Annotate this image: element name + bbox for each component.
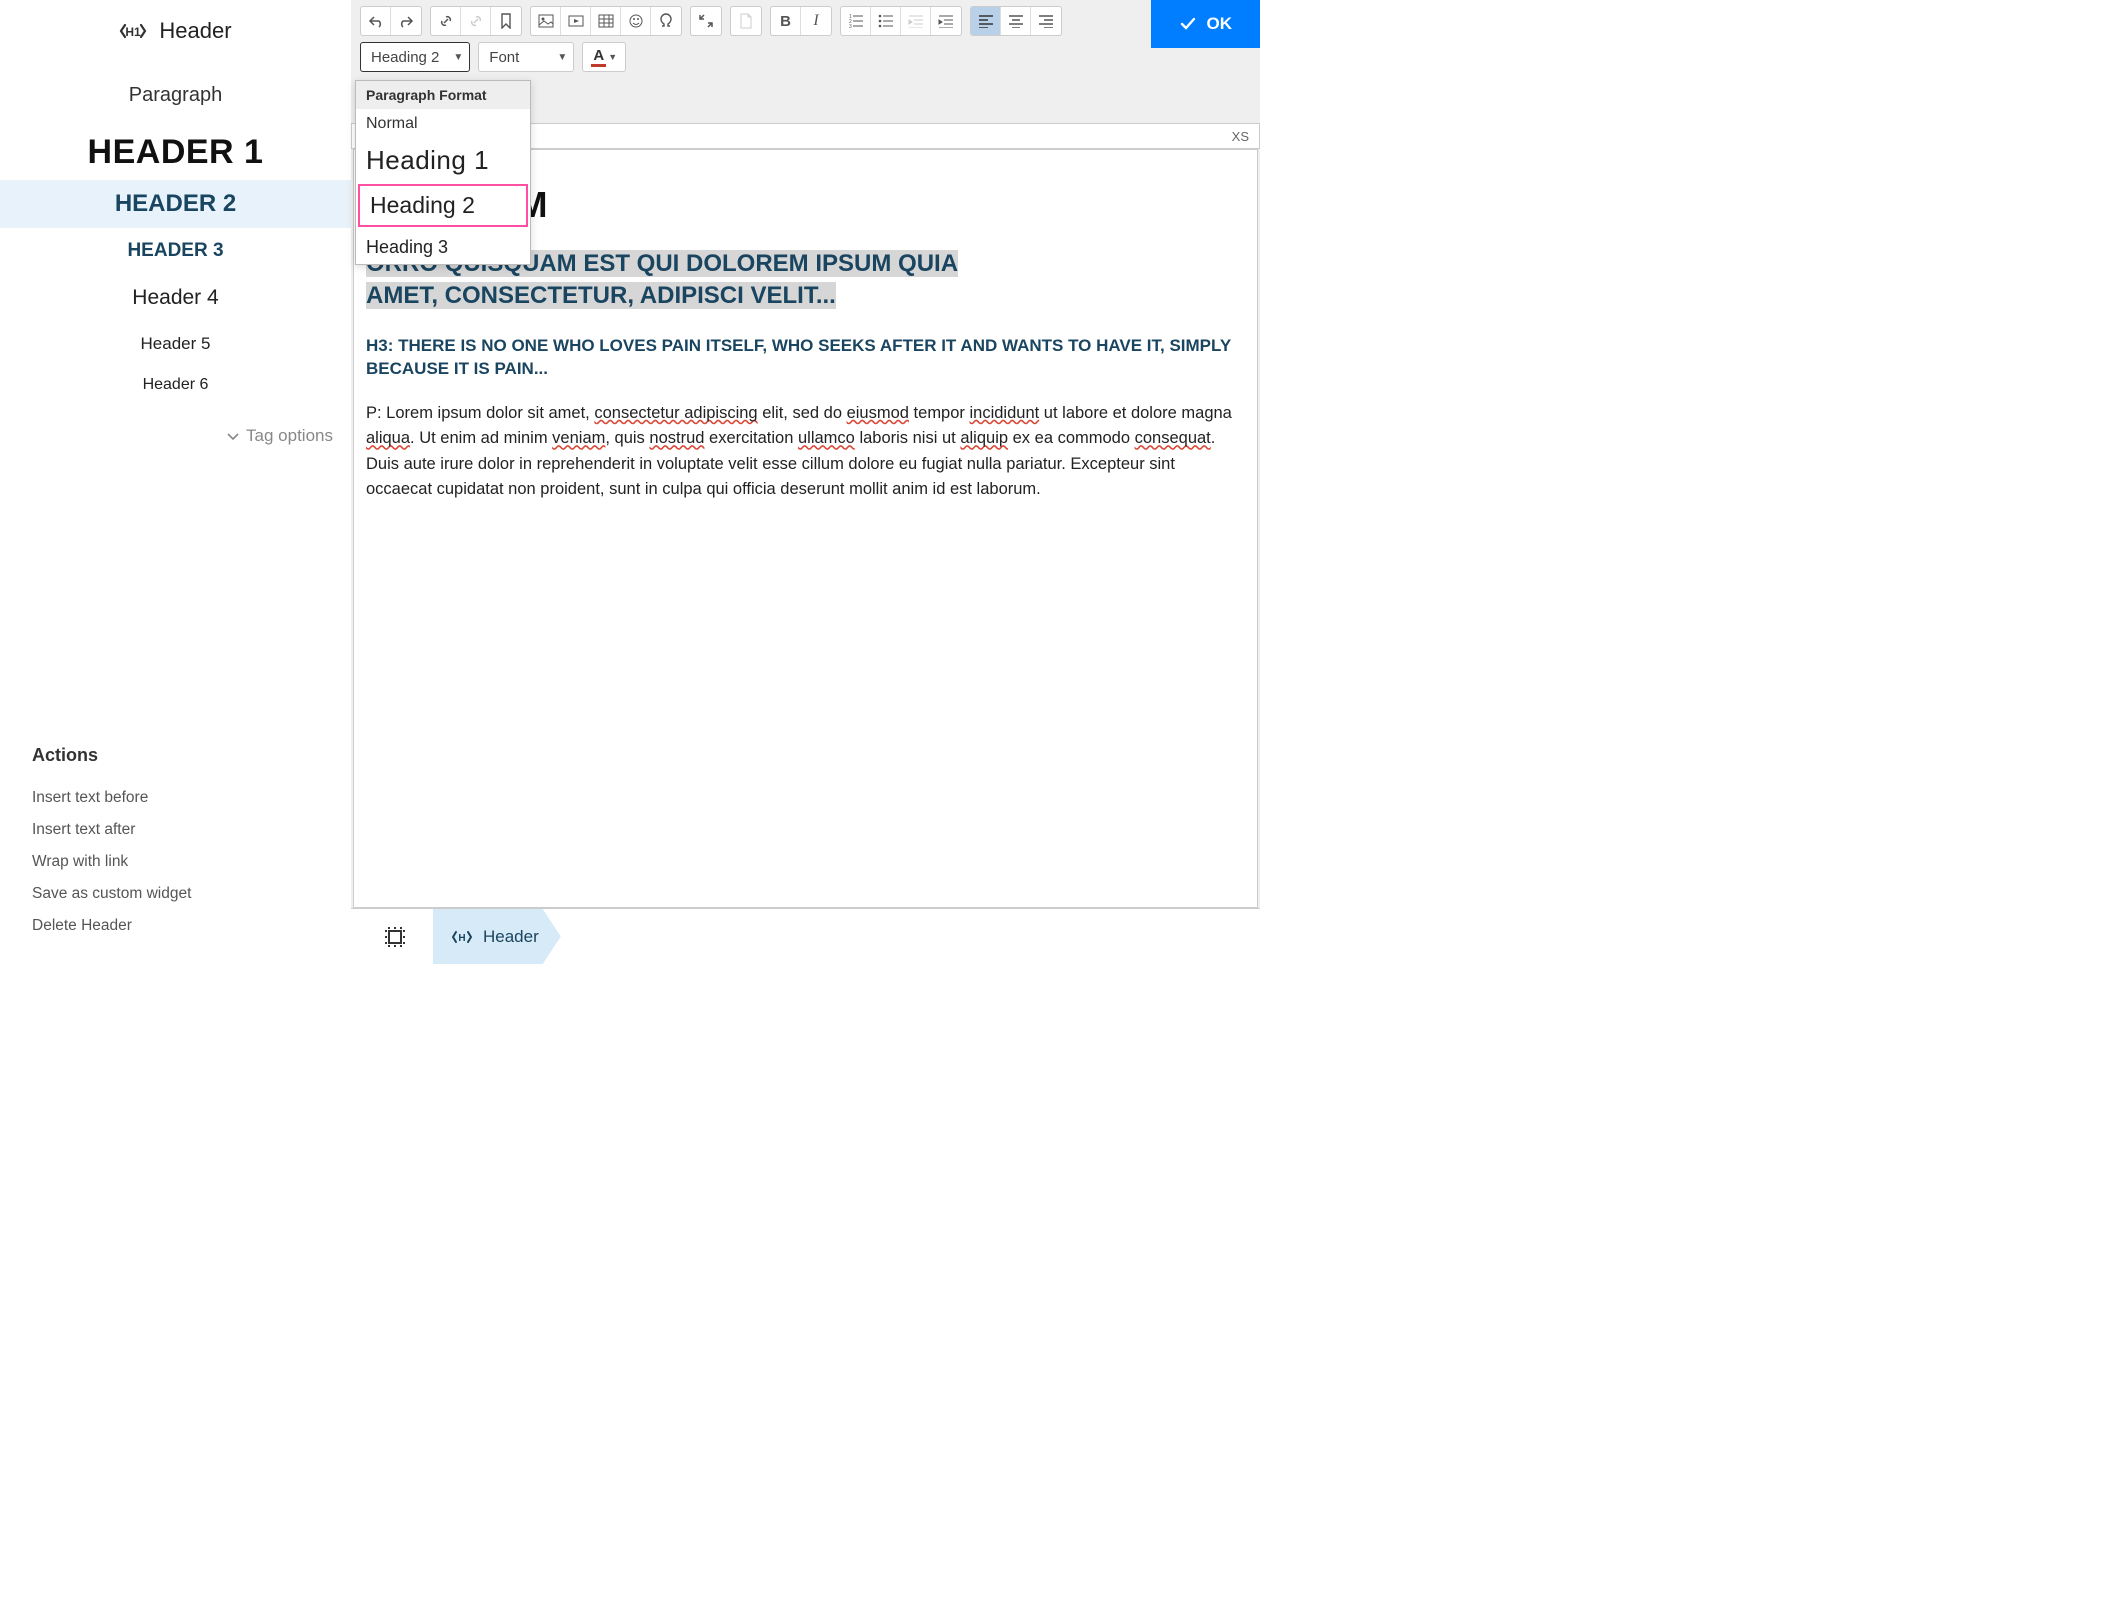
canvas-icon[interactable]: [367, 909, 423, 964]
outdent-button[interactable]: [901, 7, 931, 35]
breadcrumb-header[interactable]: H Header: [433, 909, 561, 964]
unordered-list-button[interactable]: [871, 7, 901, 35]
collapse-button[interactable]: [691, 7, 721, 35]
special-char-button[interactable]: [651, 7, 681, 35]
font-select-value: Font: [489, 49, 519, 66]
chevron-down-icon: [226, 429, 240, 443]
ok-label: OK: [1207, 14, 1233, 34]
table-button[interactable]: [591, 7, 621, 35]
video-button[interactable]: [561, 7, 591, 35]
style-header-6[interactable]: Header 6: [0, 366, 351, 404]
action-wrap-link[interactable]: Wrap with link: [32, 846, 351, 878]
dropdown-title: Paragraph Format: [356, 81, 530, 109]
format-select-value: Heading 2: [371, 49, 439, 66]
actions-section: Actions Insert text before Insert text a…: [0, 745, 351, 964]
align-center-button[interactable]: [1001, 7, 1031, 35]
style-header-5[interactable]: Header 5: [0, 322, 351, 366]
toolbar: B I 123 Heading 2: [351, 0, 1260, 82]
redo-button[interactable]: [391, 7, 421, 35]
action-delete-header[interactable]: Delete Header: [32, 910, 351, 942]
content-paragraph[interactable]: P: Lorem ipsum dolor sit amet, consectet…: [366, 401, 1245, 503]
check-icon: [1179, 15, 1197, 33]
bold-button[interactable]: B: [771, 7, 801, 35]
header-style-list: Paragraph HEADER 1 HEADER 2 HEADER 3 Hea…: [0, 74, 351, 404]
style-header-1[interactable]: HEADER 1: [0, 125, 351, 180]
undo-button[interactable]: [361, 7, 391, 35]
breadcrumb-footer: H Header: [351, 908, 1260, 964]
dropdown-item-heading-3[interactable]: Heading 3: [356, 229, 530, 264]
content-h2-rest: AMET, CONSECTETUR, ADIPISCI VELIT...: [366, 282, 836, 309]
chevron-down-icon: ▼: [453, 52, 463, 63]
font-color-icon: A: [591, 47, 606, 67]
svg-text:H1: H1: [126, 25, 142, 39]
emoji-button[interactable]: [621, 7, 651, 35]
paragraph-format-select[interactable]: Heading 2 ▼: [360, 42, 470, 72]
align-left-button[interactable]: [971, 7, 1001, 35]
ok-button[interactable]: OK: [1151, 0, 1261, 48]
link-button[interactable]: [431, 7, 461, 35]
style-header-4[interactable]: Header 4: [0, 274, 351, 322]
content-h3[interactable]: H3: THERE IS NO ONE WHO LOVES PAIN ITSEL…: [366, 335, 1245, 381]
font-color-button[interactable]: A ▼: [582, 42, 626, 72]
dropdown-item-heading-1[interactable]: Heading 1: [356, 139, 530, 182]
sidebar-title: Header: [159, 18, 231, 44]
paragraph-format-dropdown: Paragraph Format Normal Heading 1 Headin…: [355, 80, 531, 265]
italic-button[interactable]: I: [801, 7, 831, 35]
style-paragraph[interactable]: Paragraph: [0, 74, 351, 125]
header-icon: H1: [119, 21, 147, 41]
align-right-button[interactable]: [1031, 7, 1061, 35]
tag-options-toggle[interactable]: Tag options: [0, 404, 351, 446]
action-insert-before[interactable]: Insert text before: [32, 782, 351, 814]
svg-text:H: H: [458, 933, 465, 944]
sidebar: H1 Header Paragraph HEADER 1 HEADER 2 HE…: [0, 0, 351, 964]
indent-button[interactable]: [931, 7, 961, 35]
chevron-down-icon: ▼: [608, 52, 617, 62]
breakpoint-label: XS: [1232, 129, 1249, 144]
ordered-list-button[interactable]: 123: [841, 7, 871, 35]
page-button[interactable]: [731, 7, 761, 35]
dropdown-item-normal[interactable]: Normal: [356, 109, 530, 139]
action-insert-after[interactable]: Insert text after: [32, 814, 351, 846]
dropdown-item-heading-2[interactable]: Heading 2: [358, 184, 528, 227]
style-header-3[interactable]: HEADER 3: [0, 228, 351, 274]
bookmark-button[interactable]: [491, 7, 521, 35]
unlink-button[interactable]: [461, 7, 491, 35]
breadcrumb-label: Header: [483, 927, 539, 947]
image-button[interactable]: [531, 7, 561, 35]
font-select[interactable]: Font ▼: [478, 42, 574, 72]
actions-title: Actions: [32, 745, 351, 766]
chevron-down-icon: ▼: [557, 52, 567, 63]
tag-options-label: Tag options: [246, 426, 333, 446]
svg-text:3: 3: [849, 24, 852, 28]
action-save-custom[interactable]: Save as custom widget: [32, 878, 351, 910]
style-header-2[interactable]: HEADER 2: [0, 180, 351, 228]
sidebar-header: H1 Header: [0, 18, 351, 44]
header-icon: H: [451, 929, 473, 945]
